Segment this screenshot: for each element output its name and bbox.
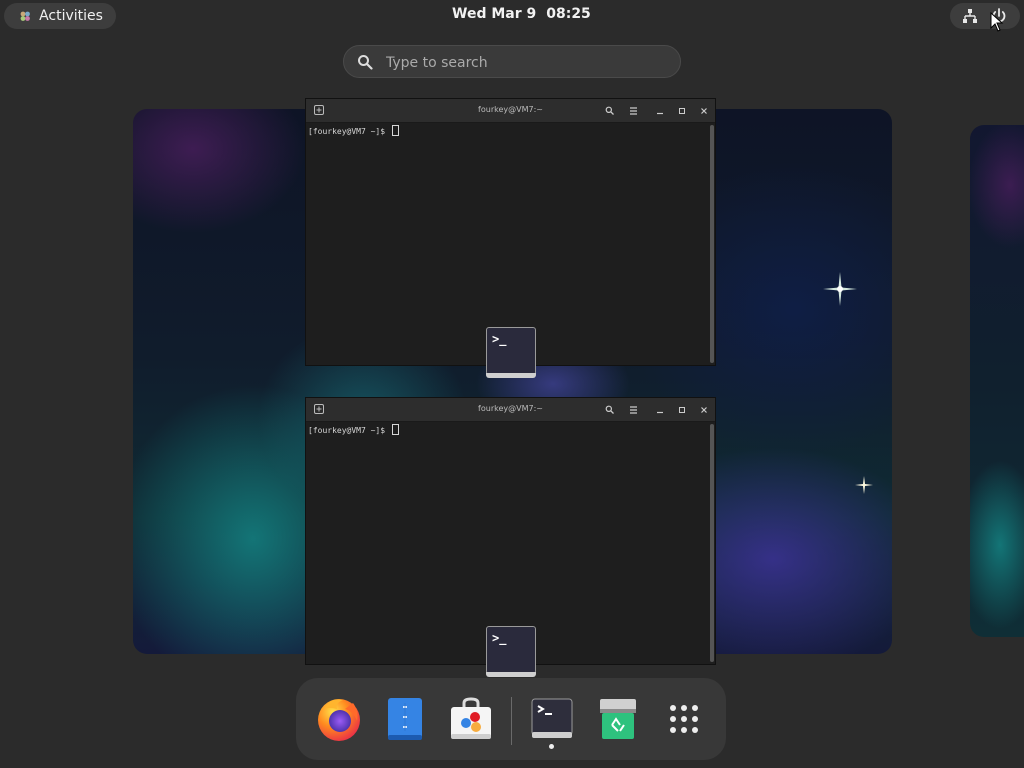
activities-button[interactable]: Activities (4, 3, 116, 29)
terminal-icon: >_ (486, 626, 536, 677)
dock-separator (511, 697, 512, 745)
maximize-icon[interactable] (675, 104, 689, 117)
search-icon[interactable] (602, 403, 616, 416)
clock[interactable]: Wed Mar 9 08:25 (452, 6, 591, 22)
dock-software[interactable] (447, 695, 495, 743)
clock-date: Wed Mar 9 (452, 6, 537, 22)
minimize-icon[interactable] (653, 403, 667, 416)
close-icon[interactable] (697, 403, 711, 416)
software-store-icon (451, 697, 491, 739)
network-icon (963, 9, 977, 23)
dock (296, 678, 726, 760)
shell-prompt: [fourkey@VM7 ~]$ (308, 426, 390, 435)
top-bar: Activities Wed Mar 9 08:25 (0, 0, 1024, 32)
search-icon[interactable] (602, 104, 616, 117)
workspace-thumbnail-next[interactable] (970, 125, 1024, 637)
scrollbar[interactable] (710, 424, 714, 662)
app-grid-icon (670, 705, 698, 733)
star-icon (823, 272, 857, 306)
terminal-window[interactable]: fourkey@VM7:~ [fourkey@VM7 ~]$ >_ (305, 98, 716, 378)
close-icon[interactable] (697, 104, 711, 117)
files-icon (388, 698, 422, 740)
star-icon (855, 476, 873, 494)
terminal-prompt-glyph: >_ (492, 332, 507, 346)
dock-firefox[interactable] (315, 695, 363, 743)
mouse-pointer-icon (990, 12, 1004, 32)
text-cursor (391, 424, 399, 435)
gnome-logo-icon (20, 11, 30, 21)
dock-terminal[interactable] (528, 695, 576, 743)
hamburger-menu-icon[interactable] (626, 403, 640, 416)
hamburger-menu-icon[interactable] (626, 104, 640, 117)
terminal-window[interactable]: fourkey@VM7:~ [fourkey@VM7 ~]$ >_ (305, 397, 716, 677)
terminal-icon: >_ (486, 327, 536, 378)
terminal-prompt-glyph: >_ (492, 631, 507, 645)
scrollbar[interactable] (710, 125, 714, 363)
terminal-icon-base (486, 672, 536, 677)
dock-files[interactable] (381, 695, 429, 743)
search-icon (358, 55, 373, 70)
minimize-icon[interactable] (653, 104, 667, 117)
trash-icon (600, 699, 636, 739)
dock-trash[interactable] (594, 695, 642, 743)
text-cursor (391, 125, 399, 136)
clock-time: 08:25 (546, 6, 591, 22)
system-menu[interactable] (950, 3, 1020, 29)
dock-show-apps[interactable] (660, 695, 708, 743)
terminal-icon (531, 698, 573, 738)
shell-prompt: [fourkey@VM7 ~]$ (308, 127, 390, 136)
search-bar[interactable] (343, 45, 681, 78)
running-indicator (549, 744, 554, 749)
maximize-icon[interactable] (675, 403, 689, 416)
search-input[interactable] (384, 52, 668, 74)
window-titlebar[interactable]: fourkey@VM7:~ (306, 398, 715, 422)
activities-label: Activities (39, 8, 103, 24)
firefox-icon (318, 699, 360, 741)
terminal-icon-base (486, 373, 536, 378)
window-titlebar[interactable]: fourkey@VM7:~ (306, 99, 715, 123)
